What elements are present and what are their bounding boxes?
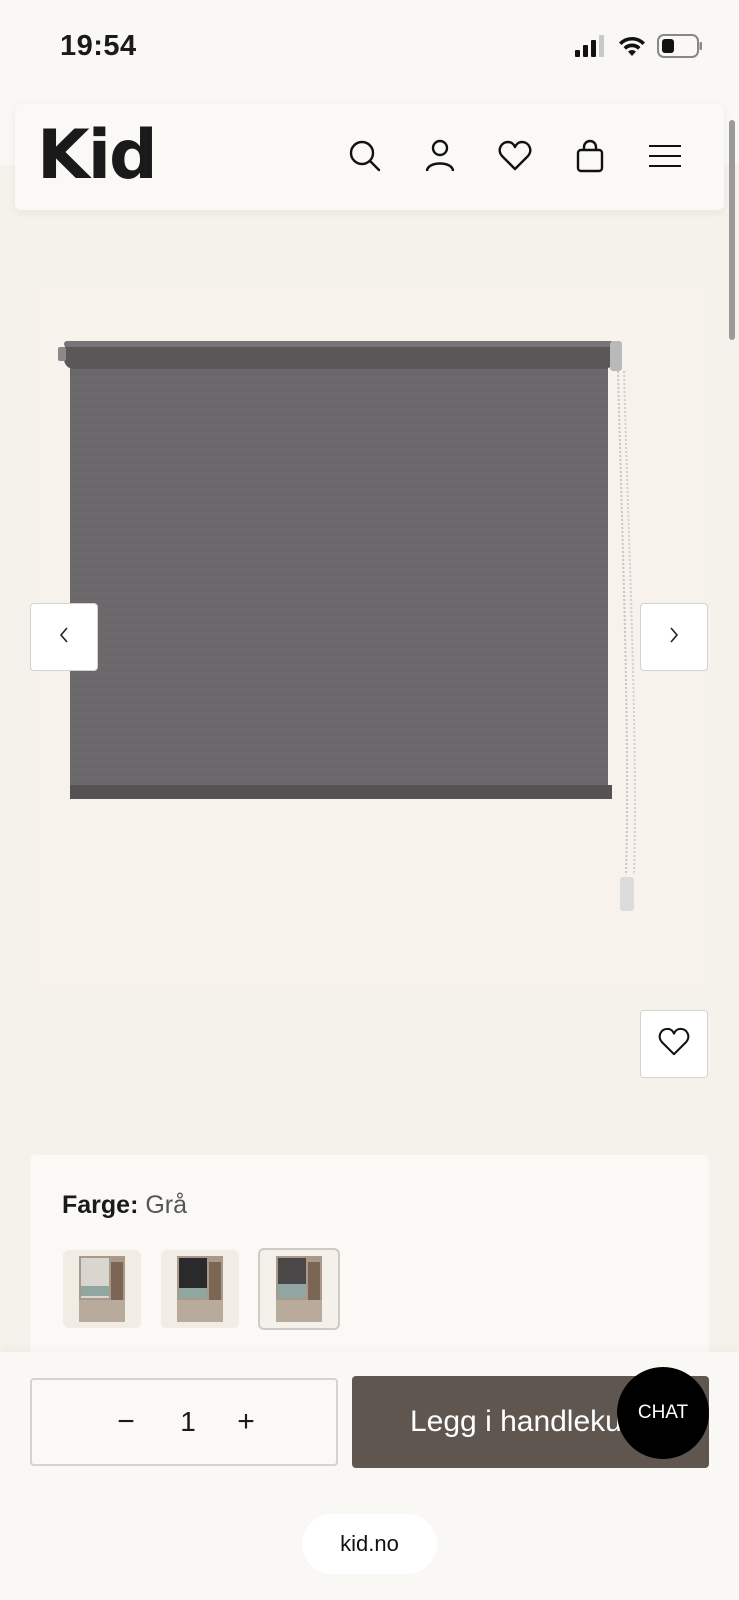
add-to-cart-label: Legg i handlekurv — [410, 1405, 647, 1438]
chat-label: CHAT — [637, 1402, 689, 1423]
color-swatch-light[interactable] — [63, 1250, 141, 1328]
color-label: Farge: — [62, 1191, 139, 1219]
swatch-thumbnail — [79, 1256, 125, 1322]
menu-icon[interactable] — [645, 136, 685, 176]
signal-icon — [575, 35, 607, 62]
chevron-left-icon — [58, 626, 70, 648]
chat-button[interactable]: CHAT — [617, 1367, 709, 1459]
search-icon[interactable] — [345, 136, 385, 176]
heart-icon[interactable] — [495, 136, 535, 176]
scrollbar[interactable] — [729, 120, 735, 340]
user-icon[interactable] — [420, 136, 460, 176]
swatch-thumbnail — [177, 1256, 223, 1322]
status-icons — [575, 34, 703, 63]
battery-icon — [657, 34, 703, 63]
browser-url: kid.no — [340, 1531, 399, 1556]
site-header: Kid — [15, 104, 724, 210]
bag-icon[interactable] — [570, 136, 610, 176]
color-selector: Farge: Grå — [30, 1155, 709, 1355]
increase-quantity-button[interactable]: + — [226, 1402, 266, 1442]
product-image — [34, 285, 704, 985]
quantity-stepper: − 1 + — [30, 1378, 338, 1466]
prev-image-button[interactable] — [30, 603, 98, 671]
add-to-wishlist-button[interactable] — [640, 1010, 708, 1078]
decrease-quantity-button[interactable]: − — [106, 1402, 146, 1442]
wifi-icon — [617, 35, 647, 62]
color-swatch-grey[interactable] — [258, 1248, 340, 1330]
status-time: 19:54 — [60, 30, 137, 62]
browser-url-pill[interactable]: kid.no — [302, 1514, 437, 1574]
color-label-row: Farge: Grå — [62, 1191, 187, 1220]
swatch-thumbnail — [276, 1256, 322, 1322]
color-value: Grå — [145, 1191, 188, 1219]
next-image-button[interactable] — [640, 603, 708, 671]
roller-blind-image — [58, 341, 636, 911]
heart-icon — [658, 1027, 690, 1062]
color-swatch-dark[interactable] — [161, 1250, 239, 1328]
quantity-value: 1 — [180, 1406, 196, 1437]
chevron-right-icon — [668, 626, 680, 648]
purchase-bar: − 1 + Legg i handlekurv CHAT kid.no — [0, 1352, 739, 1600]
kid-logo[interactable]: Kid — [37, 122, 158, 190]
status-bar: 19:54 — [0, 0, 739, 95]
